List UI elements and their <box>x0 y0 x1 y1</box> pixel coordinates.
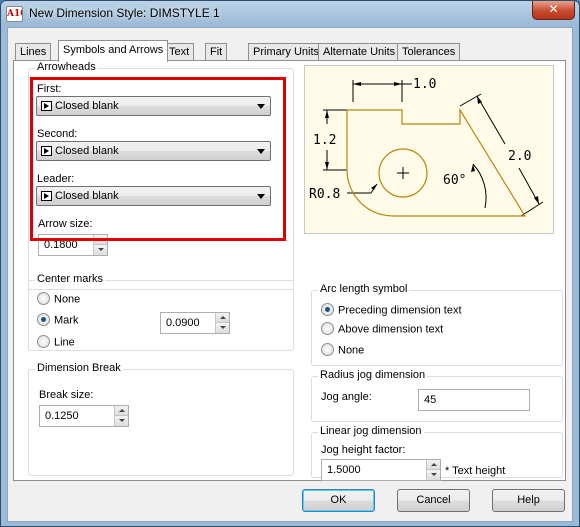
window-title: New Dimension Style: DIMSTYLE 1 <box>29 6 220 20</box>
center-marks-group-label: Center marks <box>35 273 106 285</box>
center-mark-mark-radio[interactable]: Mark <box>37 313 79 327</box>
spin-up-icon[interactable] <box>215 313 229 323</box>
dimension-text-right: 2.0 <box>508 149 531 164</box>
arc-preceding-radio[interactable]: Preceding dimension text <box>321 303 462 317</box>
break-size-spinner[interactable]: 0.1250 <box>39 405 129 427</box>
center-mark-mark-label: Mark <box>54 314 79 327</box>
arc-above-label: Above dimension text <box>338 323 444 336</box>
arrowhead <box>371 184 377 190</box>
spin-up-icon[interactable] <box>114 406 128 416</box>
jog-height-factor-spinner[interactable]: 1.5000 <box>321 459 441 481</box>
spin-down-icon[interactable] <box>114 416 128 426</box>
arc-none-radio[interactable]: None <box>321 343 365 357</box>
dialog-client-area: Lines Symbols and Arrows Text Fit Primar… <box>7 27 573 522</box>
spin-down-icon[interactable] <box>93 245 107 255</box>
dimension-break-group-label: Dimension Break <box>35 362 123 374</box>
text-height-suffix: * Text height <box>445 465 506 477</box>
radio-button-icon <box>37 335 50 348</box>
dimension-text-top: 1.0 <box>413 77 436 92</box>
break-size-value: 0.1250 <box>45 410 79 422</box>
jog-angle-input[interactable]: 45 <box>418 389 530 411</box>
linear-jog-group-label: Linear jog dimension <box>318 425 424 437</box>
arc-above-radio[interactable]: Above dimension text <box>321 322 444 336</box>
spin-up-icon[interactable] <box>426 460 440 470</box>
center-mark-size-spinner[interactable]: 0.0900 <box>160 312 230 334</box>
radio-button-checked-icon <box>37 313 50 326</box>
autocad-app-icon: A10 <box>6 6 23 22</box>
radio-button-icon <box>321 343 334 356</box>
spin-down-icon[interactable] <box>426 470 440 480</box>
radio-button-checked-icon <box>321 303 334 316</box>
help-button[interactable]: Help <box>492 489 565 512</box>
break-size-label: Break size: <box>39 389 94 401</box>
tab-text[interactable]: Text <box>164 43 195 61</box>
arc-none-label: None <box>338 344 365 357</box>
tab-lines[interactable]: Lines <box>15 43 52 61</box>
arrowhead <box>325 110 329 118</box>
arc-preceding-label: Preceding dimension text <box>338 304 462 317</box>
radius-jog-group-label: Radius jog dimension <box>318 369 428 381</box>
cancel-button[interactable]: Cancel <box>397 489 470 512</box>
arrowhead <box>325 162 329 170</box>
ok-button[interactable]: OK <box>302 489 375 512</box>
dimension-text-angle: 60° <box>443 173 466 188</box>
dimension-text-radius: R0.8 <box>309 187 340 202</box>
spin-down-icon[interactable] <box>215 323 229 333</box>
arrowheads-highlight-box <box>30 77 286 241</box>
tab-primary-units[interactable]: Primary Units <box>248 43 325 61</box>
preview-drawing: 1.0 1.2 2.0 60° R0.8 <box>309 77 544 217</box>
dialog-window: A10 New Dimension Style: DIMSTYLE 1 ✕ Li… <box>0 0 580 527</box>
arrowhead <box>394 82 402 86</box>
jog-height-factor-label: Jog height factor: <box>321 444 406 456</box>
symbols-and-arrows-panel: Arrowheads First: Closed blank Second: C… <box>13 60 566 481</box>
dimension-line <box>476 95 506 145</box>
radio-button-icon <box>321 322 334 335</box>
center-mark-none-radio[interactable]: None <box>37 292 81 306</box>
title-bar[interactable]: A10 New Dimension Style: DIMSTYLE 1 ✕ <box>1 1 579 27</box>
arc-length-symbol-group-label: Arc length symbol <box>318 283 410 295</box>
tab-symbols-and-arrows[interactable]: Symbols and Arrows <box>58 40 169 62</box>
jog-angle-label: Jog angle: <box>321 391 372 403</box>
close-icon: ✕ <box>548 2 559 16</box>
jog-angle-value: 45 <box>424 394 437 406</box>
tab-alternate-units[interactable]: Alternate Units <box>318 43 401 61</box>
center-mark-line-label: Line <box>54 336 75 349</box>
tab-tolerances[interactable]: Tolerances <box>397 43 461 61</box>
center-mark-size-value: 0.0900 <box>166 317 200 329</box>
center-mark-none-label: None <box>54 293 81 306</box>
arrowheads-group-label: Arrowheads <box>35 61 98 73</box>
dimension-text-left: 1.2 <box>313 133 336 148</box>
arrowhead <box>353 82 361 86</box>
radio-button-icon <box>37 292 50 305</box>
dimension-style-preview: 1.0 1.2 2.0 60° R0.8 <box>304 65 554 234</box>
close-button[interactable]: ✕ <box>532 1 575 20</box>
center-mark-line-radio[interactable]: Line <box>37 335 75 349</box>
jog-height-factor-value: 1.5000 <box>327 464 361 476</box>
angle-arc <box>472 163 487 209</box>
preview-part-outline <box>346 107 527 217</box>
tab-fit[interactable]: Fit <box>205 43 228 61</box>
